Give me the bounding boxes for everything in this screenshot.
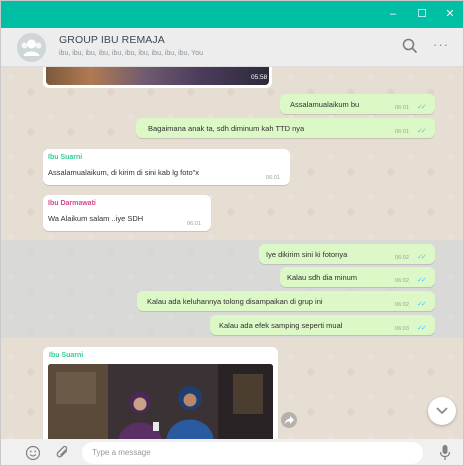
message-time: 06:01 <box>395 105 409 111</box>
sender-name[interactable]: Ibu Darmawati <box>48 200 96 207</box>
message-text: Assalamualaikum, di kirim di sini kab lg… <box>48 168 200 177</box>
message-outgoing[interactable]: Kalau ada efek samping seperti mual 06:0… <box>210 315 435 335</box>
message-input[interactable]: Type a message <box>82 442 423 464</box>
message-outgoing[interactable]: Kalau sdh dia minum 06:02 ✓✓ <box>280 267 435 287</box>
group-avatar-icon[interactable] <box>17 33 46 62</box>
chat-header[interactable]: GROUP IBU REMAJA ibu, ibu, ibu, ibu, ibu… <box>1 28 463 67</box>
video-duration: 05:58 <box>251 74 268 81</box>
whatsapp-window: – ☐ ✕ GROUP IBU REMAJA ibu, ibu, ibu, ib… <box>0 0 464 466</box>
message-text: Kalau ada keluhannya tolong disampaikan … <box>147 297 323 306</box>
compose-bar: Type a message <box>1 439 463 465</box>
message-text: Assalamualaikum bu <box>290 100 360 109</box>
message-time: 06:02 <box>395 302 409 308</box>
video-message[interactable]: 05:58 <box>43 67 272 88</box>
emoji-icon[interactable] <box>25 445 41 461</box>
message-text: Kalau ada efek samping seperti mual <box>219 321 343 330</box>
message-time: 06:01 <box>187 221 201 227</box>
sender-name[interactable]: Ibu Suarni <box>48 154 82 161</box>
more-options-icon[interactable]: ··· <box>433 37 449 52</box>
message-outgoing[interactable]: Assalamualaikum bu 06:01 ✓✓ <box>280 94 435 114</box>
maximize-button[interactable]: ☐ <box>409 1 435 28</box>
read-receipt-icon: ✓✓ <box>417 104 427 111</box>
image-message[interactable]: Ibu Suarni <box>43 347 278 439</box>
read-receipt-icon: ✓✓ <box>417 254 427 261</box>
scroll-down-icon[interactable] <box>428 397 456 425</box>
message-outgoing[interactable]: Iye dikirim sini ki fotonya 06:02 ✓✓ <box>259 244 435 264</box>
close-button[interactable]: ✕ <box>437 1 463 28</box>
message-outgoing[interactable]: Kalau ada keluhannya tolong disampaikan … <box>137 291 435 311</box>
message-text: Iye dikirim sini ki fotonya <box>266 250 348 259</box>
message-text: Wa Alaikum salam ..iye SDH <box>48 214 144 223</box>
microphone-icon[interactable] <box>438 444 452 462</box>
group-title: GROUP IBU REMAJA <box>59 34 165 46</box>
message-input-placeholder: Type a message <box>92 448 151 457</box>
attach-icon[interactable] <box>55 445 71 461</box>
message-time: 06:01 <box>395 129 409 135</box>
read-receipt-icon: ✓✓ <box>417 301 427 308</box>
search-icon[interactable] <box>400 36 420 56</box>
message-outgoing[interactable]: Bagaimana anak ta, sdh diminum kah TTD n… <box>136 118 435 138</box>
message-list[interactable]: 05:58 Assalamualaikum bu 06:01 ✓✓ Bagaim… <box>1 67 463 439</box>
title-bar: – ☐ ✕ <box>1 1 463 28</box>
read-receipt-icon: ✓✓ <box>417 128 427 135</box>
message-incoming[interactable]: Ibu Darmawati Wa Alaikum salam ..iye SDH… <box>43 195 211 231</box>
message-time: 06:01 <box>266 175 280 181</box>
message-text: Bagaimana anak ta, sdh diminum kah TTD n… <box>148 124 305 133</box>
read-receipt-icon: ✓✓ <box>417 325 427 332</box>
message-text: Kalau sdh dia minum <box>287 273 358 282</box>
message-time: 06:03 <box>395 326 409 332</box>
message-incoming[interactable]: Ibu Suarni Assalamualaikum, di kirim di … <box>43 149 290 185</box>
sender-name[interactable]: Ibu Suarni <box>49 352 83 359</box>
read-receipt-icon: ✓✓ <box>417 277 427 284</box>
group-members: ibu, ibu, ibu, ibu, ibu, ibu, ibu, ibu, … <box>59 50 203 57</box>
minimize-button[interactable]: – <box>380 1 406 28</box>
forward-icon[interactable] <box>281 412 297 428</box>
photo-thumbnail[interactable] <box>48 364 273 439</box>
message-time: 06:02 <box>395 255 409 261</box>
message-time: 06:02 <box>395 278 409 284</box>
video-thumbnail[interactable] <box>46 67 269 85</box>
